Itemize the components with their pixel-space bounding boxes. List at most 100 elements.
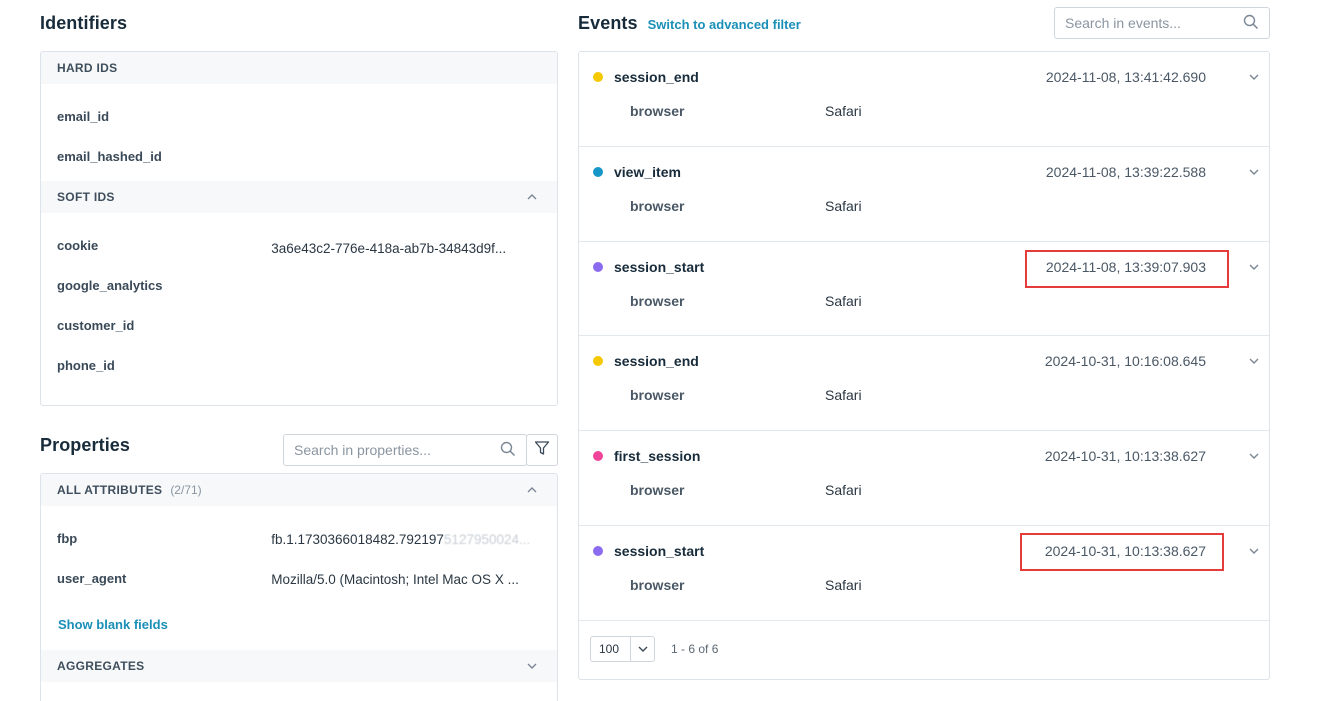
- identifiers-panel: HARD IDS email_id email_hashed_id SOFT I…: [40, 51, 558, 406]
- all-attributes-label-wrap: ALL ATTRIBUTES (2/71): [57, 483, 202, 497]
- search-icon[interactable]: [1243, 14, 1259, 33]
- page-size-select[interactable]: 100: [590, 636, 655, 662]
- advanced-filter-link[interactable]: Switch to advanced filter: [648, 17, 801, 32]
- identifier-key: email_id: [57, 108, 110, 124]
- identifier-row-customer-id: customer_id: [41, 305, 557, 345]
- properties-search-input[interactable]: Search in properties...: [283, 434, 527, 466]
- identifier-row-cookie: cookie 3a6e43c2-776e-418a-ab7b-34843d9f.…: [41, 225, 557, 265]
- chevron-up-icon[interactable]: [523, 481, 541, 499]
- chevron-down-icon[interactable]: [523, 657, 541, 675]
- identifier-key: customer_id: [57, 317, 135, 333]
- attribute-key: user_agent: [57, 570, 127, 586]
- event-name: first_session: [614, 448, 701, 465]
- attribute-value: Mozilla/5.0 (Macintosh; Intel Mac OS X .…: [271, 572, 519, 587]
- identifier-row-email-id: email_id: [41, 96, 557, 136]
- page-size-value: 100: [599, 642, 620, 656]
- event-timestamp: 2024-10-31, 10:13:38.627: [1044, 448, 1206, 465]
- attribute-value: fb.1.1730366018482.7921975127950024...: [271, 532, 541, 547]
- pagination: 100 1 - 6 of 6: [579, 619, 1269, 679]
- events-search-input[interactable]: Search in events...: [1054, 7, 1270, 39]
- identifier-row-email-hashed-id: email_hashed_id: [41, 136, 557, 176]
- event-property-key: browser: [630, 482, 685, 499]
- search-placeholder: Search in events...: [1065, 15, 1181, 31]
- aggregates-label: AGGREGATES: [57, 659, 145, 673]
- event-color-dot: [593, 166, 603, 177]
- show-blank-row: Show blank fields: [41, 598, 557, 650]
- event-property-key: browser: [630, 576, 685, 593]
- event-property-key: browser: [630, 197, 685, 214]
- event-property-key: browser: [630, 103, 685, 119]
- event-color-dot: [593, 261, 603, 272]
- soft-ids-header[interactable]: SOFT IDS: [41, 181, 557, 213]
- event-color-dot: [593, 72, 603, 82]
- search-icon[interactable]: [500, 441, 516, 460]
- pagination-range: 1 - 6 of 6: [671, 642, 719, 656]
- identifier-row-phone-id: phone_id: [41, 345, 557, 385]
- identifier-value: 3a6e43c2-776e-418a-ab7b-34843d9f...: [271, 241, 507, 256]
- event-property-value: Safari: [825, 576, 862, 593]
- chevron-down-icon[interactable]: [1249, 541, 1259, 559]
- event-row[interactable]: session_start 2024-11-08, 13:39:07.903 bro…: [579, 242, 1269, 337]
- all-attributes-label: ALL ATTRIBUTES: [57, 483, 163, 497]
- event-row[interactable]: view_item 2024-11-08, 13:39:22.588 browser…: [579, 147, 1269, 242]
- identifier-key: cookie: [57, 237, 99, 253]
- identifier-key: phone_id: [57, 357, 115, 373]
- event-color-dot: [593, 356, 603, 367]
- event-color-dot: [593, 451, 603, 462]
- show-blank-fields-link[interactable]: Show blank fields: [58, 617, 168, 632]
- search-placeholder: Search in properties...: [294, 442, 431, 458]
- soft-ids-label: SOFT IDS: [57, 190, 115, 204]
- chevron-down-icon[interactable]: [1249, 351, 1259, 369]
- chevron-down-icon[interactable]: [1249, 162, 1259, 180]
- attribute-value-masked: 5127950024...: [443, 532, 531, 547]
- event-row[interactable]: session_end 2024-10-31, 10:16:08.645 brows…: [579, 336, 1269, 432]
- event-row[interactable]: session_end 2024-11-08, 13:41:42.690 brows…: [579, 52, 1269, 147]
- highlight-box: [1020, 532, 1224, 571]
- event-property-value: Safari: [825, 197, 862, 214]
- identifier-key: google_analytics: [57, 277, 163, 293]
- event-timestamp: 2024-11-08, 13:39:22.588: [1045, 163, 1206, 180]
- attribute-row-fbp: fbp fb.1.1730366018482.7921975127950024.…: [41, 518, 557, 558]
- filter-button[interactable]: [526, 434, 558, 466]
- event-property-value: Safari: [825, 292, 862, 309]
- event-property-key: browser: [630, 387, 685, 404]
- event-name: view_item: [614, 163, 681, 180]
- event-name: session_end: [614, 69, 699, 85]
- event-name: session_end: [614, 353, 699, 370]
- event-timestamp: 2024-11-08, 13:41:42.690: [1045, 69, 1206, 85]
- event-row[interactable]: session_start 2024-10-31, 10:13:38.627 bro…: [579, 526, 1269, 621]
- attribute-key: fbp: [57, 530, 78, 546]
- chevron-down-icon[interactable]: [1249, 257, 1259, 275]
- properties-panel: ALL ATTRIBUTES (2/71) fbp fb.1.1730366018…: [40, 473, 558, 701]
- identifier-row-google-analytics: google_analytics: [41, 265, 557, 305]
- aggregates-header[interactable]: AGGREGATES: [41, 650, 557, 682]
- events-panel: session_end 2024-11-08, 13:41:42.690 brows…: [578, 51, 1270, 680]
- event-property-value: Safari: [825, 387, 862, 404]
- attribute-value-visible: fb.1.1730366018482.792197: [271, 532, 444, 547]
- identifiers-title: Identifiers: [40, 13, 128, 33]
- events-title: Events: [578, 13, 638, 33]
- events-list: session_end 2024-11-08, 13:41:42.690 brows…: [579, 52, 1269, 621]
- highlight-box: [1025, 249, 1229, 288]
- event-property-value: Safari: [825, 103, 862, 119]
- chevron-down-icon[interactable]: [1249, 446, 1259, 464]
- events-header: Events Switch to advanced filter: [578, 13, 801, 34]
- properties-title: Properties: [40, 435, 131, 455]
- all-attributes-count: (2/71): [170, 483, 202, 497]
- attribute-row-user-agent: user_agent Mozilla/5.0 (Macintosh; Intel…: [41, 558, 557, 598]
- event-name: session_start: [614, 258, 705, 275]
- event-color-dot: [593, 545, 603, 556]
- chevron-up-icon[interactable]: [523, 188, 541, 206]
- event-timestamp: 2024-10-31, 10:16:08.645: [1044, 353, 1206, 370]
- event-property-value: Safari: [825, 482, 862, 499]
- event-row[interactable]: first_session 2024-10-31, 10:13:38.627 bro…: [579, 431, 1269, 526]
- event-property-key: browser: [630, 292, 685, 309]
- chevron-down-icon[interactable]: [1249, 67, 1259, 85]
- filter-icon: [534, 440, 550, 461]
- hard-ids-header: HARD IDS: [41, 52, 557, 84]
- identifier-key: email_hashed_id: [57, 148, 162, 164]
- event-name: session_start: [614, 542, 705, 559]
- all-attributes-header[interactable]: ALL ATTRIBUTES (2/71): [41, 474, 557, 506]
- chevron-down-icon[interactable]: [630, 637, 654, 661]
- hard-ids-label: HARD IDS: [57, 61, 118, 75]
